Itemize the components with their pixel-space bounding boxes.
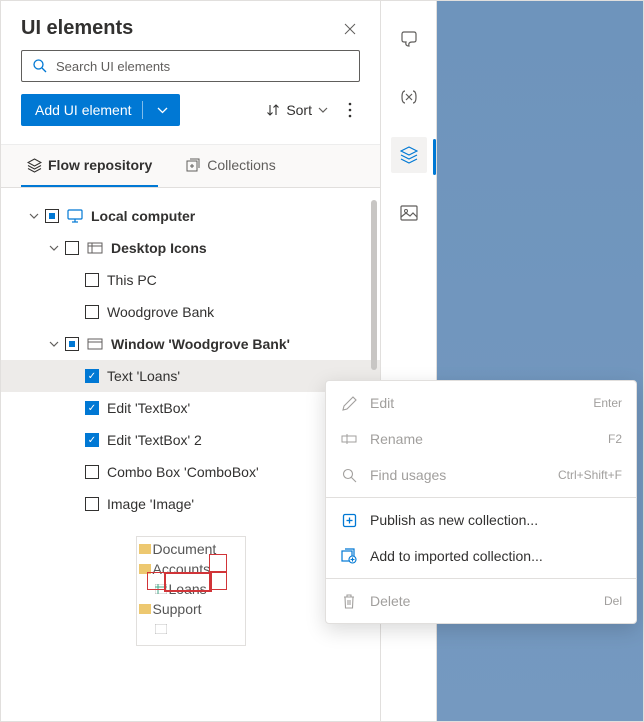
chevron-down-icon xyxy=(318,107,328,113)
tree-label: Text 'Loans' xyxy=(107,368,180,384)
ctx-add-to-collection[interactable]: Add to imported collection... xyxy=(326,538,636,574)
ctx-find-usages[interactable]: Find usages Ctrl+Shift+F xyxy=(326,457,636,493)
ctx-shortcut: Enter xyxy=(593,396,622,410)
ctx-label: Rename xyxy=(370,431,608,447)
chevron-down-icon[interactable] xyxy=(49,245,63,251)
rail-ui-elements-icon[interactable] xyxy=(391,137,427,173)
search-input-wrapper[interactable] xyxy=(21,50,360,82)
tree-label: Edit 'TextBox' 2 xyxy=(107,432,202,448)
tree-item-this-pc[interactable]: This PC xyxy=(1,264,380,296)
checkbox[interactable] xyxy=(85,273,99,287)
tree-label: This PC xyxy=(107,272,157,288)
rail-images-icon[interactable] xyxy=(391,195,427,231)
tree-label: Image 'Image' xyxy=(107,496,194,512)
tree-item-text-loans[interactable]: Text 'Loans' xyxy=(1,360,380,392)
tree-item-desktop-icons[interactable]: Desktop Icons xyxy=(1,232,380,264)
tree-item-window-woodgrove[interactable]: Window 'Woodgrove Bank' xyxy=(1,328,380,360)
element-preview: Document Accounts Loans Support xyxy=(1,520,380,670)
ui-elements-panel: UI elements Add UI element xyxy=(1,1,381,721)
sort-label: Sort xyxy=(286,102,312,118)
tree-item-combobox[interactable]: Combo Box 'ComboBox' xyxy=(1,456,380,488)
add-ui-element-button[interactable]: Add UI element xyxy=(21,94,180,126)
ctx-label: Edit xyxy=(370,395,593,411)
tree-label: Woodgrove Bank xyxy=(107,304,214,320)
add-button-label: Add UI element xyxy=(35,102,132,118)
tab-label: Flow repository xyxy=(48,157,152,173)
context-menu: Edit Enter Rename F2 Find usages Ctrl+Sh… xyxy=(325,380,637,624)
scrollbar-thumb[interactable] xyxy=(371,200,377,370)
ctx-shortcut: Ctrl+Shift+F xyxy=(558,468,622,482)
separator xyxy=(326,497,636,498)
ctx-label: Delete xyxy=(370,593,604,609)
sort-button[interactable]: Sort xyxy=(262,98,332,122)
button-divider xyxy=(142,101,143,119)
edit-icon xyxy=(340,396,358,411)
tree-item-local-computer[interactable]: Local computer xyxy=(1,200,380,232)
trash-icon xyxy=(340,594,358,609)
search-input[interactable] xyxy=(56,59,349,74)
sort-icon xyxy=(266,103,280,117)
checkbox[interactable] xyxy=(65,241,79,255)
checkbox[interactable] xyxy=(85,369,99,383)
tab-flow-repository[interactable]: Flow repository xyxy=(21,145,158,187)
ctx-edit[interactable]: Edit Enter xyxy=(326,385,636,421)
active-indicator xyxy=(433,139,436,175)
ctx-label: Add to imported collection... xyxy=(370,548,622,564)
checkbox[interactable] xyxy=(85,433,99,447)
more-options-button[interactable] xyxy=(340,96,360,124)
tree-item-woodgrove-bank[interactable]: Woodgrove Bank xyxy=(1,296,380,328)
ctx-label: Publish as new collection... xyxy=(370,512,622,528)
chevron-down-icon[interactable] xyxy=(149,107,176,114)
monitor-icon xyxy=(67,209,83,223)
add-collection-icon xyxy=(340,548,358,564)
tree-item-edit-textbox-2[interactable]: Edit 'TextBox' 2 xyxy=(1,424,380,456)
tree-label: Edit 'TextBox' xyxy=(107,400,190,416)
ctx-rename[interactable]: Rename F2 xyxy=(326,421,636,457)
ctx-delete[interactable]: Delete Del xyxy=(326,583,636,619)
ui-elements-tree: Local computer Desktop Icons This PC Woo… xyxy=(1,188,380,721)
search-icon xyxy=(32,58,48,74)
collections-icon xyxy=(186,158,201,173)
tab-collections[interactable]: Collections xyxy=(180,145,281,187)
checkbox[interactable] xyxy=(85,465,99,479)
checkbox[interactable] xyxy=(85,401,99,415)
ctx-shortcut: F2 xyxy=(608,432,622,446)
plus-box-icon xyxy=(340,513,358,528)
ctx-publish-collection[interactable]: Publish as new collection... xyxy=(326,502,636,538)
preview-thumbnail: Document Accounts Loans Support xyxy=(136,536,246,646)
rename-icon xyxy=(340,433,358,445)
rail-copilot-icon[interactable] xyxy=(391,21,427,57)
tree-item-edit-textbox[interactable]: Edit 'TextBox' xyxy=(1,392,380,424)
tree-label: Combo Box 'ComboBox' xyxy=(107,464,259,480)
tree-item-image[interactable]: Image 'Image' xyxy=(1,488,380,520)
ctx-label: Find usages xyxy=(370,467,558,483)
chevron-down-icon[interactable] xyxy=(49,341,63,347)
layers-icon xyxy=(27,158,42,173)
desktop-icon xyxy=(87,242,103,254)
window-icon xyxy=(87,338,103,350)
checkbox[interactable] xyxy=(45,209,59,223)
tab-label: Collections xyxy=(207,157,275,173)
checkbox[interactable] xyxy=(65,337,79,351)
panel-title: UI elements xyxy=(21,17,133,40)
checkbox[interactable] xyxy=(85,305,99,319)
tree-label: Window 'Woodgrove Bank' xyxy=(111,336,290,352)
ctx-shortcut: Del xyxy=(604,594,622,608)
search-icon xyxy=(340,468,358,483)
chevron-down-icon[interactable] xyxy=(29,213,43,219)
separator xyxy=(326,578,636,579)
close-button[interactable] xyxy=(340,19,360,39)
tree-label: Local computer xyxy=(91,208,195,224)
tree-label: Desktop Icons xyxy=(111,240,207,256)
checkbox[interactable] xyxy=(85,497,99,511)
rail-variables-icon[interactable] xyxy=(391,79,427,115)
